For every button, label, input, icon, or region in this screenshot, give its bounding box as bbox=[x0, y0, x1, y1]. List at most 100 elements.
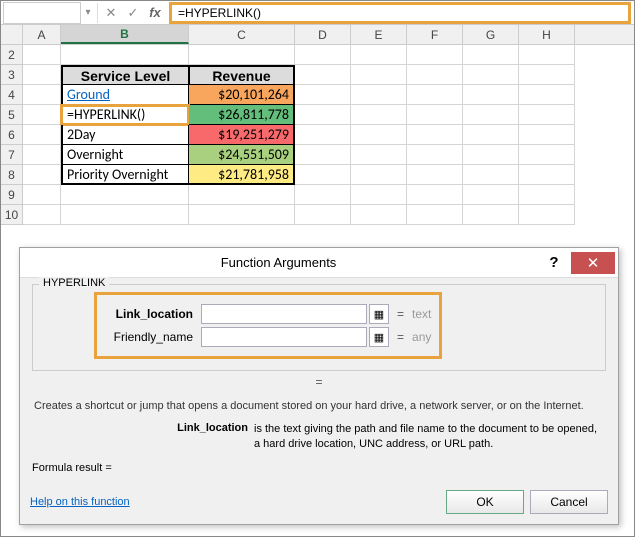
cell[interactable] bbox=[295, 145, 351, 165]
cell-priority-overnight[interactable]: Priority Overnight bbox=[61, 165, 189, 185]
cell[interactable] bbox=[463, 165, 519, 185]
row-header[interactable]: 4 bbox=[1, 85, 23, 105]
name-box[interactable] bbox=[3, 2, 81, 24]
cell[interactable] bbox=[463, 145, 519, 165]
cell[interactable] bbox=[23, 185, 61, 205]
cell-revenue[interactable]: $26,811,778 bbox=[189, 105, 295, 125]
row-header[interactable]: 2 bbox=[1, 45, 23, 65]
cell[interactable] bbox=[295, 205, 351, 225]
cell[interactable] bbox=[519, 85, 575, 105]
cell[interactable] bbox=[295, 165, 351, 185]
cell[interactable] bbox=[519, 185, 575, 205]
col-header-G[interactable]: G bbox=[463, 25, 519, 44]
cancel-formula-button[interactable]: ✕ bbox=[100, 2, 122, 24]
enter-formula-button[interactable]: ✓ bbox=[122, 2, 144, 24]
col-header-E[interactable]: E bbox=[351, 25, 407, 44]
friendly-name-input[interactable] bbox=[201, 327, 367, 347]
cell-revenue[interactable]: $21,781,958 bbox=[189, 165, 295, 185]
col-header-A[interactable]: A bbox=[23, 25, 61, 44]
active-cell[interactable]: =HYPERLINK() bbox=[61, 105, 189, 125]
cell[interactable] bbox=[351, 205, 407, 225]
cell[interactable] bbox=[463, 185, 519, 205]
cell[interactable] bbox=[407, 205, 463, 225]
cell[interactable] bbox=[407, 105, 463, 125]
cell[interactable] bbox=[61, 45, 189, 65]
col-header-D[interactable]: D bbox=[295, 25, 351, 44]
cell[interactable] bbox=[407, 145, 463, 165]
dialog-help-button[interactable]: ? bbox=[537, 252, 571, 274]
cell[interactable] bbox=[189, 185, 295, 205]
cell-revenue[interactable]: $19,251,279 bbox=[189, 125, 295, 145]
cell-overnight[interactable]: Overnight bbox=[61, 145, 189, 165]
cell[interactable] bbox=[351, 65, 407, 85]
cell[interactable] bbox=[351, 125, 407, 145]
cell-2day[interactable]: 2Day bbox=[61, 125, 189, 145]
insert-function-button[interactable]: fx bbox=[144, 2, 166, 24]
cell-revenue[interactable]: $24,551,509 bbox=[189, 145, 295, 165]
cell[interactable] bbox=[519, 45, 575, 65]
cell[interactable] bbox=[23, 205, 61, 225]
cell-ground[interactable]: Ground bbox=[61, 85, 189, 105]
cell[interactable] bbox=[61, 205, 189, 225]
cell[interactable] bbox=[351, 165, 407, 185]
row-header[interactable]: 7 bbox=[1, 145, 23, 165]
help-on-function-link[interactable]: Help on this function bbox=[30, 496, 130, 508]
table-header-revenue[interactable]: Revenue bbox=[189, 65, 295, 85]
cell[interactable] bbox=[463, 105, 519, 125]
ok-button[interactable]: OK bbox=[446, 490, 524, 514]
range-selector-button[interactable]: ▦ bbox=[369, 327, 389, 347]
name-box-dropdown[interactable]: ▾ bbox=[81, 2, 95, 24]
cell[interactable] bbox=[407, 85, 463, 105]
cell[interactable] bbox=[23, 165, 61, 185]
cell[interactable] bbox=[519, 145, 575, 165]
range-selector-button[interactable]: ▦ bbox=[369, 304, 389, 324]
cell[interactable] bbox=[463, 85, 519, 105]
cell[interactable] bbox=[23, 125, 61, 145]
cell[interactable] bbox=[189, 45, 295, 65]
cell[interactable] bbox=[351, 45, 407, 65]
cell[interactable] bbox=[463, 45, 519, 65]
cell[interactable] bbox=[295, 125, 351, 145]
col-header-C[interactable]: C bbox=[189, 25, 295, 44]
cell[interactable] bbox=[61, 185, 189, 205]
cell[interactable] bbox=[463, 65, 519, 85]
table-header-service-level[interactable]: Service Level bbox=[61, 65, 189, 85]
cell[interactable] bbox=[519, 105, 575, 125]
row-header[interactable]: 5 bbox=[1, 105, 23, 125]
cell[interactable] bbox=[23, 65, 61, 85]
cell[interactable] bbox=[23, 45, 61, 65]
col-header-H[interactable]: H bbox=[519, 25, 575, 44]
cell[interactable] bbox=[295, 45, 351, 65]
cell[interactable] bbox=[295, 65, 351, 85]
row-header[interactable]: 3 bbox=[1, 65, 23, 85]
cell[interactable] bbox=[407, 65, 463, 85]
col-header-F[interactable]: F bbox=[407, 25, 463, 44]
cell[interactable] bbox=[23, 145, 61, 165]
cell[interactable] bbox=[519, 125, 575, 145]
cell[interactable] bbox=[463, 205, 519, 225]
cell[interactable] bbox=[519, 205, 575, 225]
cell[interactable] bbox=[351, 185, 407, 205]
cell[interactable] bbox=[463, 125, 519, 145]
cell-revenue[interactable]: $20,101,264 bbox=[189, 85, 295, 105]
link-location-input[interactable] bbox=[201, 304, 367, 324]
cell[interactable] bbox=[295, 85, 351, 105]
cell[interactable] bbox=[351, 145, 407, 165]
cell[interactable] bbox=[519, 65, 575, 85]
select-all-corner[interactable] bbox=[1, 25, 23, 44]
dialog-titlebar[interactable]: Function Arguments ? ✕ bbox=[20, 248, 618, 278]
cell[interactable] bbox=[23, 105, 61, 125]
cell[interactable] bbox=[351, 105, 407, 125]
row-header[interactable]: 8 bbox=[1, 165, 23, 185]
cell[interactable] bbox=[295, 185, 351, 205]
formula-input[interactable]: =HYPERLINK() bbox=[169, 2, 631, 24]
row-header[interactable]: 9 bbox=[1, 185, 23, 205]
cell[interactable] bbox=[351, 85, 407, 105]
dialog-close-button[interactable]: ✕ bbox=[571, 252, 615, 274]
cell[interactable] bbox=[295, 105, 351, 125]
cell[interactable] bbox=[407, 185, 463, 205]
cancel-button[interactable]: Cancel bbox=[530, 490, 608, 514]
cell[interactable] bbox=[189, 205, 295, 225]
cell[interactable] bbox=[407, 125, 463, 145]
cell[interactable] bbox=[407, 165, 463, 185]
